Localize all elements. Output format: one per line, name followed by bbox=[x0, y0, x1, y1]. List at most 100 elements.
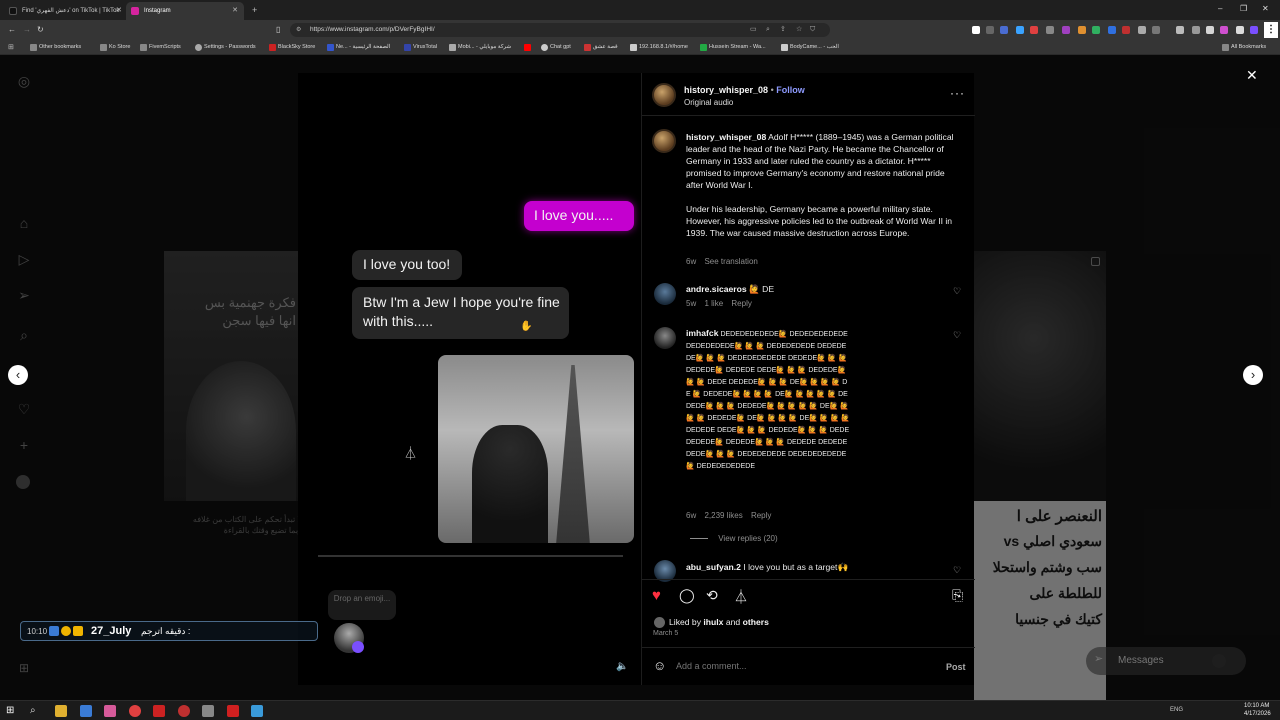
search-icon[interactable]: ⌕ bbox=[16, 327, 32, 343]
view-replies-button[interactable]: View replies (20) bbox=[690, 534, 778, 543]
comment-username[interactable]: imhafck bbox=[686, 328, 718, 338]
app-icon[interactable] bbox=[251, 705, 263, 717]
caption-username[interactable]: history_whisper_08 bbox=[686, 132, 766, 142]
bookmark-icon[interactable]: ▯ bbox=[276, 23, 280, 37]
file-explorer-icon[interactable] bbox=[55, 705, 67, 717]
close-icon[interactable]: ✕ bbox=[1246, 67, 1258, 84]
likes-others-link[interactable]: others bbox=[743, 617, 769, 627]
commenter-avatar[interactable] bbox=[654, 283, 676, 305]
extension-icon[interactable] bbox=[1108, 26, 1116, 34]
commenter-avatar[interactable] bbox=[654, 327, 676, 349]
cast-icon[interactable]: ▭ bbox=[750, 23, 757, 37]
liker-username[interactable]: ihulx bbox=[703, 617, 723, 627]
media-icon[interactable] bbox=[1176, 26, 1184, 34]
bookmark-item[interactable]: Mobi... - شركة موبايلي bbox=[449, 42, 511, 53]
reels-icon[interactable]: ▷ bbox=[16, 251, 32, 267]
chrome-icon[interactable] bbox=[129, 705, 141, 717]
shield-icon[interactable]: ⛉ bbox=[810, 23, 815, 37]
steam-icon[interactable] bbox=[80, 705, 92, 717]
bookmark-item[interactable]: 192.168.8.1/#/home bbox=[630, 42, 688, 53]
back-icon[interactable]: ← bbox=[8, 23, 16, 37]
previous-post-button[interactable]: ‹ bbox=[8, 365, 28, 385]
comment-like-icon[interactable]: ♡ bbox=[953, 331, 962, 340]
tab-tiktok[interactable]: Find 'دعش الفهري' on TikTok | TikTok ✕ bbox=[4, 2, 128, 20]
bookmark-item[interactable]: Other bookmarks bbox=[30, 42, 81, 53]
author-avatar[interactable] bbox=[652, 83, 676, 107]
comment-input[interactable] bbox=[676, 658, 916, 674]
author-avatar[interactable] bbox=[652, 129, 676, 153]
extension-icon[interactable] bbox=[1152, 26, 1160, 34]
extension-icon[interactable] bbox=[1078, 26, 1086, 34]
comment-like-icon[interactable]: ♡ bbox=[953, 287, 962, 296]
tab-instagram[interactable]: Instagram ✕ bbox=[126, 2, 244, 20]
extension-icon[interactable] bbox=[1000, 26, 1008, 34]
comment-username[interactable]: abu_sufyan.2 bbox=[686, 562, 741, 572]
extension-icon[interactable] bbox=[1250, 26, 1258, 34]
share-icon[interactable]: ⇪ bbox=[780, 23, 786, 37]
send-icon[interactable]: ⏃ bbox=[404, 443, 417, 462]
apps-icon[interactable]: ⊞ bbox=[8, 43, 14, 51]
app-icon[interactable] bbox=[104, 705, 116, 717]
forward-icon[interactable]: → bbox=[23, 23, 31, 37]
bookmark-item[interactable]: Ne... - الصفحة الرئيسية bbox=[327, 42, 390, 53]
bookmark-item[interactable]: Hussein Stream - Wa... bbox=[700, 42, 766, 53]
star-icon[interactable]: ☆ bbox=[796, 23, 802, 37]
more-icon[interactable]: ⊞ bbox=[16, 660, 32, 676]
comment-like-icon[interactable]: ♡ bbox=[953, 566, 962, 575]
app-icon[interactable] bbox=[178, 705, 190, 717]
messages-button[interactable]: ➢ Messages bbox=[1086, 647, 1246, 675]
bookmark-item[interactable]: Chat gpt bbox=[541, 42, 571, 53]
home-icon[interactable]: ⌂ bbox=[16, 215, 32, 231]
instagram-logo-icon[interactable]: ◎ bbox=[16, 73, 32, 89]
next-post-button[interactable]: › bbox=[1243, 365, 1263, 385]
see-translation-link[interactable]: See translation bbox=[704, 257, 757, 266]
all-bookmarks[interactable]: All Bookmarks bbox=[1222, 42, 1266, 53]
extension-icon[interactable] bbox=[1122, 26, 1130, 34]
app-icon[interactable] bbox=[202, 705, 214, 717]
repost-icon[interactable]: ⟲ bbox=[706, 587, 718, 604]
reply-button[interactable]: Reply bbox=[751, 511, 771, 520]
profile-icon[interactable] bbox=[1236, 26, 1244, 34]
close-window-button[interactable]: ✕ bbox=[1262, 0, 1269, 18]
new-tab-button[interactable]: + bbox=[252, 2, 257, 18]
create-icon[interactable]: + bbox=[16, 437, 32, 453]
share-icon[interactable]: ⏃ bbox=[734, 587, 748, 607]
sidebar-icon[interactable] bbox=[1192, 26, 1200, 34]
menu-button[interactable]: ⋮ bbox=[1264, 22, 1278, 38]
post-comment-button[interactable]: Post bbox=[946, 662, 966, 672]
extension-icon[interactable] bbox=[1220, 26, 1228, 34]
site-info-icon[interactable]: ⚙ bbox=[296, 23, 301, 37]
extension-icon[interactable] bbox=[986, 26, 994, 34]
post-video[interactable]: I love you..... I love you too! Btw I'm … bbox=[298, 73, 641, 685]
bookmark-item[interactable]: VirusTotal bbox=[404, 42, 437, 53]
bookmark-item[interactable]: Ko Store bbox=[100, 42, 130, 53]
emoji-icon[interactable]: ☺ bbox=[653, 658, 666, 673]
author-username[interactable]: history_whisper_08 bbox=[684, 85, 768, 95]
language-indicator[interactable]: ENG bbox=[1170, 707, 1183, 713]
liked-heart-icon[interactable]: ♥ bbox=[652, 587, 661, 604]
bookmark-item[interactable]: FivemScripts bbox=[140, 42, 181, 53]
search-icon[interactable]: ⌕ bbox=[30, 705, 42, 717]
audio-label[interactable]: Original audio bbox=[684, 98, 733, 107]
bookmark-item[interactable]: Settings - Passwords bbox=[195, 42, 256, 53]
comment-likes[interactable]: 2,239 likes bbox=[704, 511, 742, 520]
clock-time[interactable]: 10:10 AM bbox=[1244, 703, 1269, 709]
extension-icon[interactable] bbox=[1016, 26, 1024, 34]
volume-icon[interactable]: 🔈 bbox=[616, 661, 628, 672]
reload-icon[interactable]: ↻ bbox=[37, 23, 44, 37]
bookmark-item[interactable]: BodyCame... - الحب bbox=[781, 42, 839, 53]
extension-icon[interactable] bbox=[1062, 26, 1070, 34]
profile-avatar[interactable] bbox=[16, 475, 30, 489]
extension-icon[interactable] bbox=[1030, 26, 1038, 34]
bookmark-item[interactable]: قصة عشق bbox=[584, 42, 618, 53]
extensions-puzzle-icon[interactable] bbox=[1138, 26, 1146, 34]
extension-icon[interactable] bbox=[1206, 26, 1214, 34]
bookmark-item[interactable]: BlackSky Store bbox=[269, 42, 315, 53]
minimize-button[interactable]: – bbox=[1218, 0, 1222, 18]
heart-icon[interactable]: ♡ bbox=[16, 401, 32, 417]
start-icon[interactable]: ⊞ bbox=[6, 705, 18, 717]
comment-icon[interactable]: ◯ bbox=[679, 587, 695, 604]
url-input[interactable]: ⚙ https://www.instagram.com/p/DVerFyBgIH… bbox=[290, 23, 830, 37]
save-icon[interactable]: ⎘ bbox=[952, 587, 963, 604]
extension-icon[interactable] bbox=[1092, 26, 1100, 34]
